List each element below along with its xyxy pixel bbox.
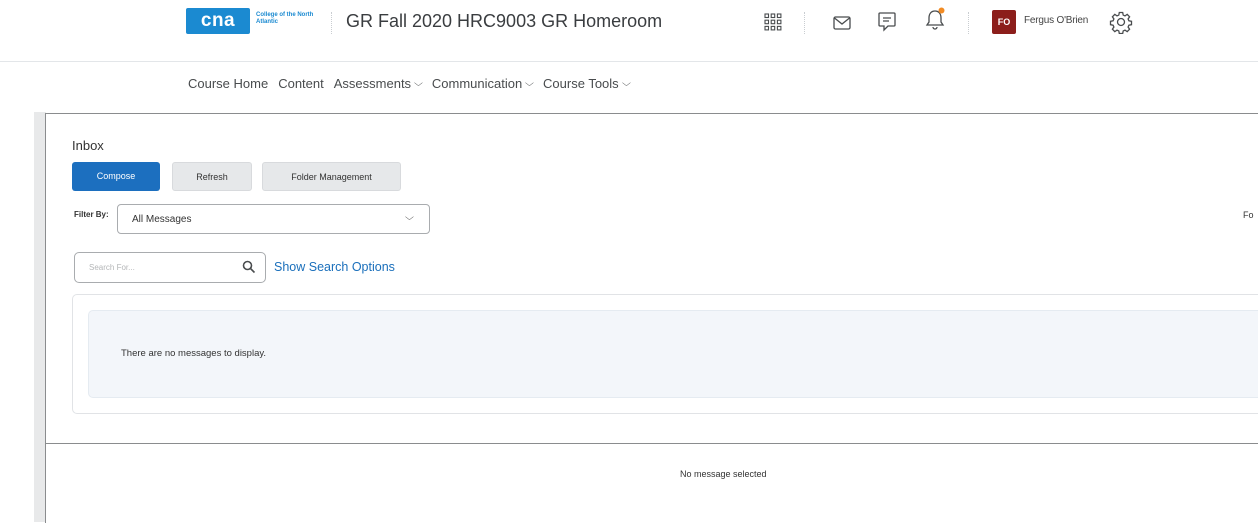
chevron-down-icon: ⌵: [414, 78, 423, 88]
empty-message: There are no messages to display.: [121, 348, 267, 359]
header-divider: [968, 12, 969, 34]
chevron-down-icon: ⌵: [525, 78, 535, 88]
filter-label: Filter By:: [74, 210, 109, 219]
compose-button[interactable]: Compose: [72, 162, 160, 191]
grid-icon[interactable]: [762, 11, 784, 33]
nav-assessments[interactable]: Assessments ⌵: [333, 76, 423, 91]
show-search-options-link[interactable]: Show Search Options: [274, 260, 395, 274]
search-icon[interactable]: [242, 260, 256, 279]
chevron-down-icon: ⌵: [404, 212, 414, 222]
nav-course-tools[interactable]: Course Tools ⌵: [543, 76, 631, 91]
nav-label: Course Tools: [543, 76, 619, 91]
filter-select-value: All Messages: [132, 214, 192, 225]
user-name[interactable]: Fergus O'Brien: [1024, 15, 1088, 26]
message-preview-frame: [45, 443, 1258, 523]
nav-label: Communication: [431, 76, 523, 91]
refresh-button[interactable]: Refresh: [172, 162, 252, 191]
mail-icon[interactable]: [831, 12, 853, 34]
no-selection-message: No message selected: [680, 469, 767, 479]
header-divider-line: [0, 61, 1258, 62]
chevron-down-icon: ⌵: [621, 78, 631, 88]
course-nav: Course Home Content Assessments ⌵ Communi…: [188, 76, 640, 91]
logo-subtext: College of the North Atlantic: [256, 12, 314, 25]
bell-icon[interactable]: [925, 7, 947, 30]
inbox-title: Inbox: [72, 138, 104, 153]
nav-label: Course Home: [188, 76, 269, 91]
header-divider: [804, 12, 805, 34]
nav-communication[interactable]: Communication ⌵: [431, 76, 535, 91]
cna-logo[interactable]: cna: [186, 8, 250, 34]
gear-icon[interactable]: [1109, 10, 1133, 34]
header-divider: [331, 12, 332, 34]
avatar[interactable]: FO: [992, 10, 1016, 34]
nav-label: Assessments: [333, 76, 412, 91]
chat-icon[interactable]: [876, 10, 898, 32]
nav-course-home[interactable]: Course Home: [188, 76, 268, 91]
folder-management-button[interactable]: Folder Management: [262, 162, 401, 191]
folder-label-truncated: Fo: [1243, 210, 1254, 220]
course-title[interactable]: GR Fall 2020 HRC9003 GR Homeroom: [346, 11, 662, 32]
search-placeholder: Search For...: [89, 263, 135, 272]
nav-label: Content: [278, 76, 324, 91]
nav-content[interactable]: Content: [278, 76, 324, 91]
